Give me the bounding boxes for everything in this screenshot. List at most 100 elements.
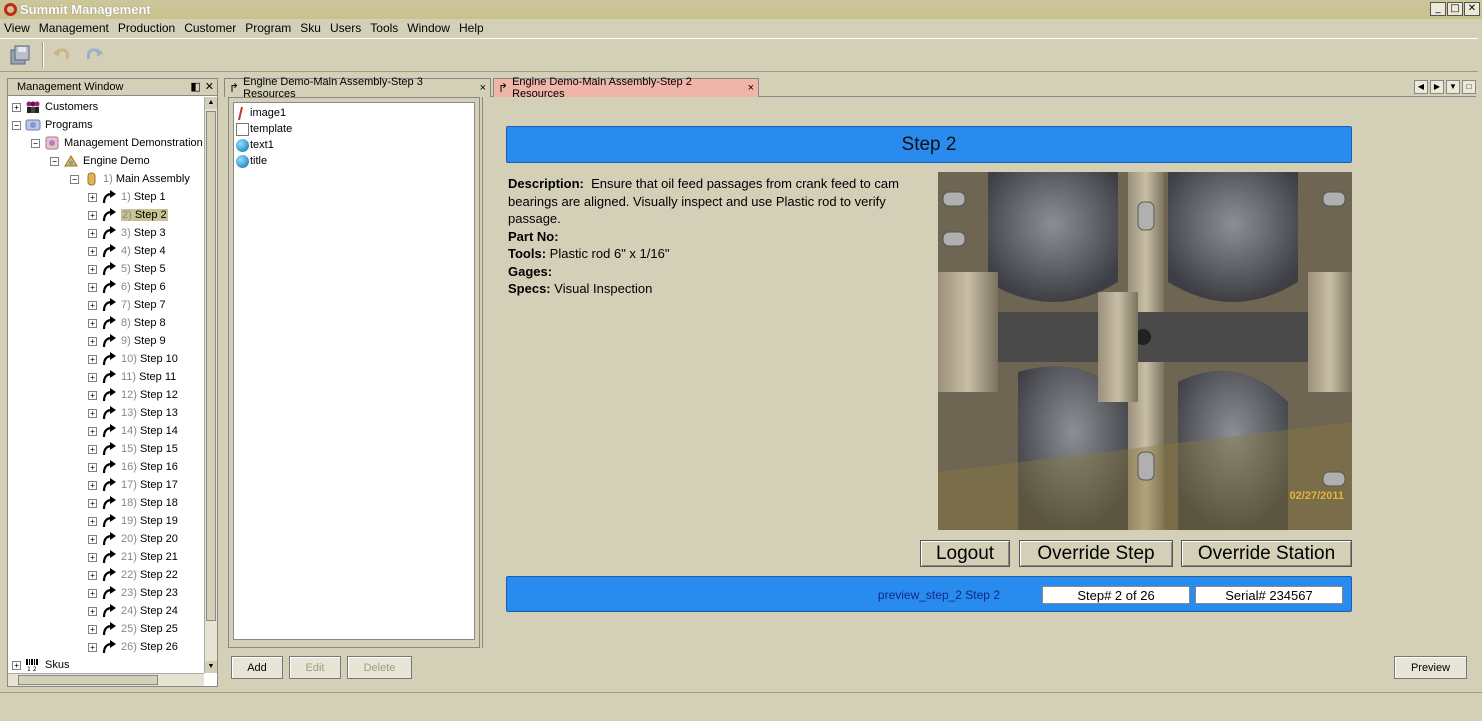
expand-icon[interactable]: + — [88, 336, 97, 346]
expand-icon[interactable]: + — [12, 660, 21, 670]
expand-icon[interactable]: + — [88, 282, 97, 292]
tree-node-step[interactable]: +15) Step 15 — [88, 440, 178, 458]
menu-help[interactable]: Help — [459, 21, 484, 35]
menu-program[interactable]: Program — [245, 21, 291, 35]
expand-icon[interactable]: + — [88, 408, 97, 418]
tree-node-step[interactable]: +12) Step 12 — [88, 386, 178, 404]
tree-node-step[interactable]: +11) Step 11 — [88, 368, 176, 386]
tab-scroll-right-icon[interactable]: ▶ — [1430, 80, 1444, 94]
override-step-button[interactable]: Override Step — [1019, 540, 1173, 567]
expand-icon[interactable]: + — [88, 300, 97, 310]
menu-window[interactable]: Window — [407, 21, 450, 35]
menu-sku[interactable]: Sku — [300, 21, 321, 35]
expand-icon[interactable]: + — [88, 372, 97, 382]
tree-node-step[interactable]: +7) Step 7 — [88, 296, 166, 314]
override-station-button[interactable]: Override Station — [1181, 540, 1352, 567]
dock-icon[interactable]: ◧ — [190, 80, 200, 93]
tree-node-step[interactable]: +4) Step 4 — [88, 242, 166, 260]
expand-icon[interactable]: + — [88, 192, 97, 202]
tree-node-step[interactable]: +13) Step 13 — [88, 404, 178, 422]
tree-node-step[interactable]: +2) Step 2 — [88, 206, 168, 224]
expand-icon[interactable]: + — [88, 264, 97, 274]
expand-icon[interactable]: + — [88, 588, 97, 598]
tree-node-step[interactable]: +6) Step 6 — [88, 278, 166, 296]
expand-icon[interactable]: + — [88, 390, 97, 400]
collapse-icon[interactable]: − — [31, 138, 40, 148]
add-button[interactable]: Add — [231, 656, 283, 679]
tree-node-step[interactable]: +22) Step 22 — [88, 566, 178, 584]
tree-node-skus[interactable]: + 1 2 Skus — [12, 656, 69, 673]
tab-scroll-left-icon[interactable]: ◀ — [1414, 80, 1428, 94]
resource-text1[interactable]: text1 — [236, 137, 274, 153]
tree-node-step[interactable]: +25) Step 25 — [88, 620, 178, 638]
collapse-icon[interactable]: − — [70, 174, 79, 184]
collapse-icon[interactable]: − — [50, 156, 59, 166]
tab-maximize-icon[interactable]: □ — [1462, 80, 1476, 94]
expand-icon[interactable]: + — [88, 228, 97, 238]
tree-node-step[interactable]: +10) Step 10 — [88, 350, 178, 368]
scroll-thumb[interactable] — [18, 675, 158, 685]
expand-icon[interactable]: + — [88, 642, 97, 652]
expand-icon[interactable]: + — [88, 354, 97, 364]
tree-node-customers[interactable]: + Customers — [12, 98, 98, 116]
menu-customer[interactable]: Customer — [184, 21, 236, 35]
expand-icon[interactable]: + — [88, 318, 97, 328]
redo-button[interactable] — [80, 41, 108, 69]
resource-title[interactable]: title — [236, 153, 267, 169]
scroll-up-icon[interactable]: ▲ — [205, 97, 217, 109]
tree-node-step[interactable]: +24) Step 24 — [88, 602, 178, 620]
tree-node-step[interactable]: +14) Step 14 — [88, 422, 178, 440]
expand-icon[interactable]: + — [88, 498, 97, 508]
expand-icon[interactable]: + — [88, 210, 97, 220]
logout-button[interactable]: Logout — [920, 540, 1010, 567]
menu-tools[interactable]: Tools — [370, 21, 398, 35]
tree-node-step[interactable]: +3) Step 3 — [88, 224, 166, 242]
tree-node-main-assembly[interactable]: − 1) Main Assembly — [70, 170, 190, 188]
tab-close-icon[interactable]: × — [480, 82, 486, 94]
tree-node-step[interactable]: +5) Step 5 — [88, 260, 166, 278]
tree-vertical-scrollbar[interactable]: ▲ ▼ — [204, 97, 217, 673]
close-icon[interactable]: ✕ — [1464, 2, 1480, 16]
expand-icon[interactable]: + — [88, 624, 97, 634]
edit-button[interactable]: Edit — [289, 656, 341, 679]
expand-icon[interactable]: + — [88, 426, 97, 436]
resource-image1[interactable]: image1 — [236, 105, 286, 121]
tree-node-step[interactable]: +20) Step 20 — [88, 530, 178, 548]
tree-node-step[interactable]: +16) Step 16 — [88, 458, 178, 476]
expand-icon[interactable]: + — [88, 606, 97, 616]
resource-template[interactable]: template — [236, 121, 292, 137]
menu-users[interactable]: Users — [330, 21, 361, 35]
scroll-thumb[interactable] — [206, 111, 216, 621]
tree-node-step[interactable]: +23) Step 23 — [88, 584, 178, 602]
expand-icon[interactable]: + — [12, 102, 21, 112]
tree-node-step[interactable]: +17) Step 17 — [88, 476, 178, 494]
tree-node-step[interactable]: +21) Step 21 — [88, 548, 178, 566]
menu-production[interactable]: Production — [118, 21, 175, 35]
tree-node-step[interactable]: +18) Step 18 — [88, 494, 178, 512]
collapse-icon[interactable]: − — [12, 120, 21, 130]
expand-icon[interactable]: + — [88, 552, 97, 562]
menu-view[interactable]: View — [4, 21, 30, 35]
tab-list-icon[interactable]: ▼ — [1446, 80, 1460, 94]
minimize-icon[interactable]: _ — [1430, 2, 1446, 16]
scroll-down-icon[interactable]: ▼ — [205, 661, 217, 673]
expand-icon[interactable]: + — [88, 480, 97, 490]
tree-node-engine-demo[interactable]: − Engine Demo — [50, 152, 150, 170]
expand-icon[interactable]: + — [88, 246, 97, 256]
expand-icon[interactable]: + — [88, 462, 97, 472]
expand-icon[interactable]: + — [88, 516, 97, 526]
undo-button[interactable] — [48, 41, 76, 69]
expand-icon[interactable]: + — [88, 444, 97, 454]
delete-button[interactable]: Delete — [347, 656, 412, 679]
menu-management[interactable]: Management — [39, 21, 109, 35]
tree-node-management-demonstration[interactable]: − Management Demonstration — [31, 134, 203, 152]
tree-horizontal-scrollbar[interactable] — [8, 673, 204, 686]
save-button[interactable] — [6, 41, 34, 69]
close-panel-icon[interactable]: ✕ — [205, 80, 214, 93]
tab-step-3-resources[interactable]: ↱ Engine Demo-Main Assembly-Step 3 Resou… — [224, 76, 491, 100]
tree-node-step[interactable]: +19) Step 19 — [88, 512, 178, 530]
tree-node-step[interactable]: +9) Step 9 — [88, 332, 166, 350]
tree-node-step[interactable]: +1) Step 1 — [88, 188, 166, 206]
tree-node-step[interactable]: +8) Step 8 — [88, 314, 166, 332]
tab-step-2-resources[interactable]: ↱ Engine Demo-Main Assembly-Step 2 Resou… — [493, 76, 759, 100]
